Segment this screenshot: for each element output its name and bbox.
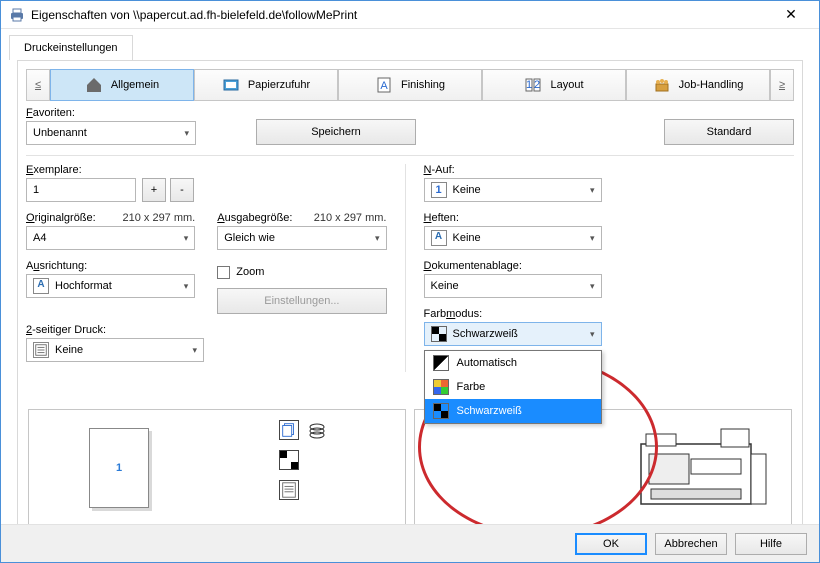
favorites-value: Unbenannt [33,127,87,139]
preview-icon-stack2 [307,420,327,440]
svg-text:A: A [380,80,388,92]
chevron-down-icon: ▾ [184,281,189,292]
heften-label: Heften: [424,212,602,224]
nauf-select[interactable]: 1Keine ▾ [424,178,602,202]
heften-select[interactable]: AKeine ▾ [424,226,602,250]
copies-label: Exemplare: [26,164,387,176]
tab-label: Finishing [401,79,445,91]
preview-row: 1 [28,409,792,527]
printer-illustration [631,424,771,514]
tab-label: Allgemein [111,79,159,91]
finishing-icon: A [375,76,393,94]
outputsize-select[interactable]: Gleich wie▾ [217,226,386,250]
zoom-settings-button: Einstellungen... [217,288,386,314]
tab-label: Papierzufuhr [248,79,310,91]
orientation-label: Ausrichtung: [26,260,195,272]
outer-tabs: Druckeinstellungen ≤ Allgemein Papierzuf… [1,29,819,538]
nav-next[interactable]: ≥ [770,69,794,101]
duplex-label: 2-seitiger Druck: [26,324,204,336]
tab-job-handling[interactable]: Job-Handling [626,69,770,101]
farbmodus-select[interactable]: Schwarzweiß ▾ [424,322,602,346]
preview-icon-bw [279,450,299,470]
standard-button[interactable]: Standard [664,119,794,145]
dialog-window: Eigenschaften von \\papercut.ad.fh-biele… [0,0,820,563]
zoom-checkbox[interactable] [217,266,230,279]
favorites-label: Favoriten: [26,107,196,119]
svg-text:2: 2 [534,79,540,91]
farbmodus-option-farbe[interactable]: Farbe [425,375,601,399]
ablage-select[interactable]: Keine ▾ [424,274,602,298]
nav-prev[interactable]: ≤ [26,69,50,101]
home-icon [85,76,103,94]
chevron-down-icon: ▾ [184,233,189,244]
duplex-select[interactable]: Keine ▾ [26,338,204,362]
preview-mode-icons [279,420,327,500]
auto-color-icon [433,355,449,371]
tab-finishing[interactable]: A Finishing [338,69,482,101]
orientation-select[interactable]: AHochformat ▾ [26,274,195,298]
chevron-down-icon: ▾ [590,233,595,244]
tab-papierzufuhr[interactable]: Papierzufuhr [194,69,338,101]
copies-input[interactable]: 1 [26,178,136,202]
tab-druckeinstellungen[interactable]: Druckeinstellungen [9,35,133,60]
preview-page-panel: 1 [28,409,406,527]
svg-text:1: 1 [526,79,532,91]
window-title: Eigenschaften von \\papercut.ad.fh-biele… [31,8,771,22]
favorites-row: Favoriten: Unbenannt ▾ Speichern Standar… [26,107,794,145]
close-button[interactable]: ✕ [771,2,811,28]
chevron-down-icon: ▾ [375,233,380,244]
staple-icon: A [431,230,447,246]
ok-button[interactable]: OK [575,533,647,555]
chevron-down-icon: ▾ [184,128,189,139]
dialog-footer: OK Abbrechen Hilfe [1,524,819,562]
chevron-down-icon: ▾ [192,345,197,356]
zoom-label: Zoom [236,266,264,278]
farbmodus-option-automatisch[interactable]: Automatisch [425,351,601,375]
chevron-down-icon: ▾ [590,185,595,196]
chevron-down-icon: ▾ [590,329,595,340]
duplex-none-icon [33,342,49,358]
tab-layout[interactable]: 12 Layout [482,69,626,101]
tab-label: Layout [550,79,583,91]
portrait-icon: A [33,278,49,294]
nauf-icon: 1 [431,182,447,198]
copies-minus-button[interactable]: - [170,178,194,202]
preview-printer-panel [414,409,792,527]
outputsize-hint: 210 x 297 mm. [314,212,387,224]
outputsize-label: Ausgabegröße: [217,212,292,224]
chevron-down-icon: ▾ [590,281,595,292]
ablage-label: Dokumentenablage: [424,260,602,272]
tab-content: ≤ Allgemein Papierzufuhr A Finishing 12 … [17,60,803,538]
bw-icon [431,326,447,342]
preview-icon-lines [279,480,299,500]
originalsize-select[interactable]: A4▾ [26,226,195,250]
titlebar: Eigenschaften von \\papercut.ad.fh-biele… [1,1,819,29]
color-icon [433,379,449,395]
printer-icon [9,7,25,23]
tray-icon [222,76,240,94]
nauf-label: N-Auf: [424,164,602,176]
layout-icon: 12 [524,76,542,94]
job-icon [653,76,671,94]
farbmodus-option-schwarzweiss[interactable]: Schwarzweiß [425,399,601,423]
originalsize-hint: 210 x 297 mm. [122,212,195,224]
preview-icon-stack [279,420,299,440]
copies-plus-button[interactable]: + [142,178,166,202]
farbmodus-dropdown: Automatisch Farbe Schwarzweiß [424,350,602,424]
originalsize-label: Originalgröße: [26,212,96,224]
save-favorites-button[interactable]: Speichern [256,119,416,145]
page-thumbnail: 1 [89,428,149,508]
favorites-select[interactable]: Unbenannt ▾ [26,121,196,145]
cancel-button[interactable]: Abbrechen [655,533,727,555]
tab-allgemein[interactable]: Allgemein [50,69,194,101]
farbmodus-label: Farbmodus: [424,308,602,320]
category-tabs: ≤ Allgemein Papierzufuhr A Finishing 12 … [26,69,794,101]
bw-icon [433,403,449,419]
help-button[interactable]: Hilfe [735,533,807,555]
tab-label: Job-Handling [679,79,744,91]
